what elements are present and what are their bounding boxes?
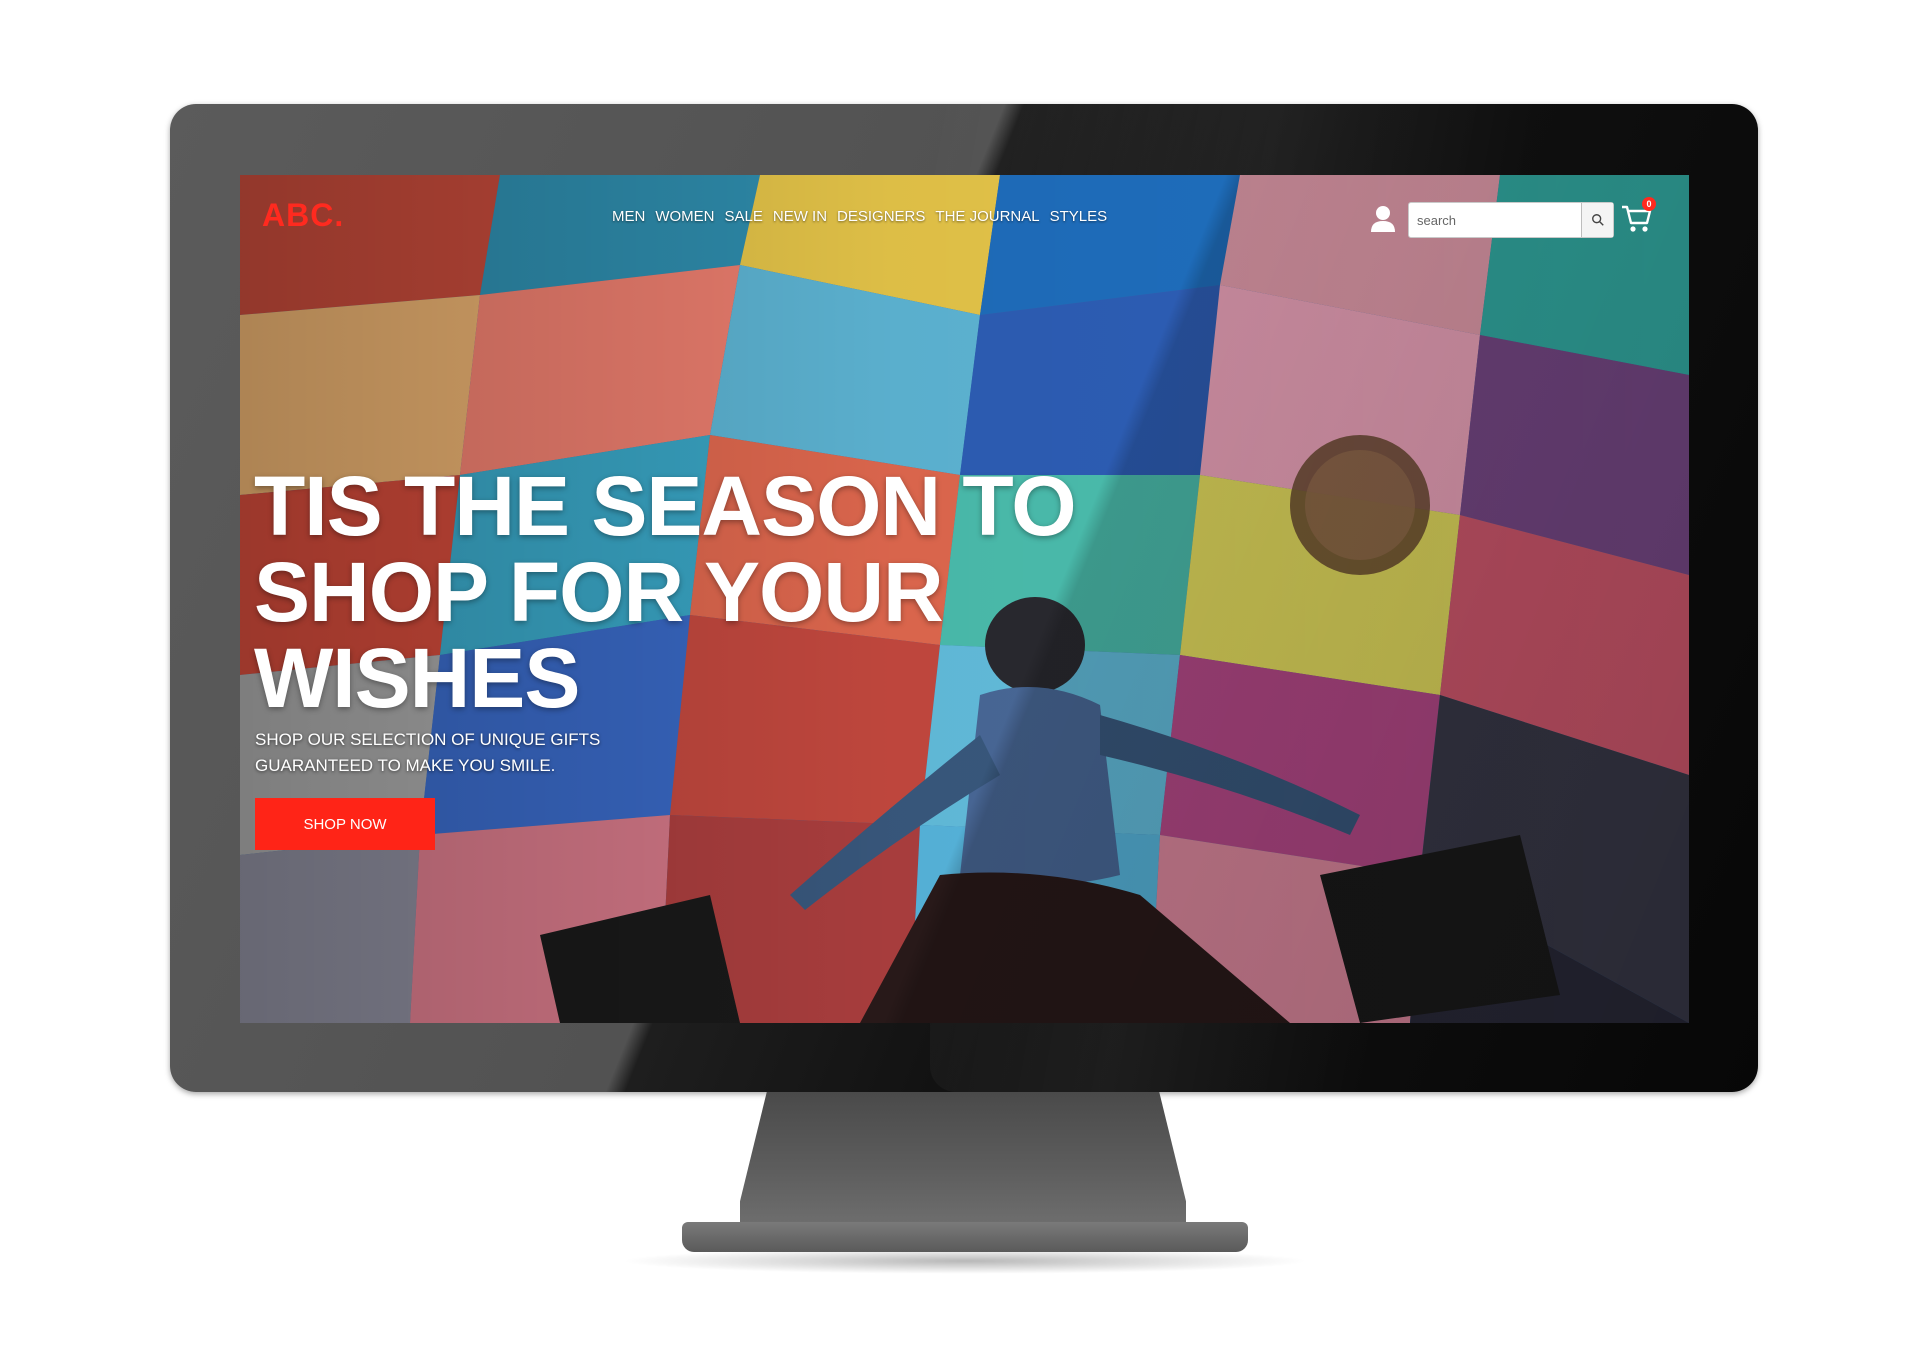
nav-item-women[interactable]: WOMEN	[655, 208, 714, 225]
site-header: ABC. MEN WOMEN SALE NEW IN DESIGNERS THE…	[240, 175, 1689, 255]
nav-item-designers[interactable]: DESIGNERS	[837, 208, 925, 225]
hero-title: TIS THE SEASON TO SHOP FOR YOUR WISHES	[254, 459, 1077, 725]
cart-count-badge: 0	[1642, 197, 1656, 211]
nav-item-the-journal[interactable]: THE JOURNAL	[935, 208, 1039, 225]
shop-now-button[interactable]: SHOP NOW	[255, 798, 435, 850]
brand-logo[interactable]: ABC.	[262, 197, 344, 234]
monitor-stand-neck	[740, 1092, 1186, 1232]
search-input[interactable]	[1409, 203, 1581, 237]
nav-item-sale[interactable]: SALE	[725, 208, 763, 225]
nav-item-men[interactable]: MEN	[612, 208, 645, 225]
monitor-stand-base	[682, 1222, 1248, 1252]
search-button[interactable]	[1581, 203, 1613, 237]
search-box	[1408, 202, 1614, 238]
nav-item-styles[interactable]: STYLES	[1050, 208, 1108, 225]
search-icon	[1591, 214, 1604, 226]
user-icon[interactable]	[1370, 205, 1396, 233]
main-nav: MEN WOMEN SALE NEW IN DESIGNERS THE JOUR…	[612, 208, 1107, 225]
nav-item-new-in[interactable]: NEW IN	[773, 208, 827, 225]
cart-button[interactable]: 0	[1620, 197, 1656, 235]
monitor-screen: ABC. MEN WOMEN SALE NEW IN DESIGNERS THE…	[240, 175, 1689, 1023]
hero-subtitle: SHOP OUR SELECTION OF UNIQUE GIFTS GUARA…	[255, 730, 601, 775]
